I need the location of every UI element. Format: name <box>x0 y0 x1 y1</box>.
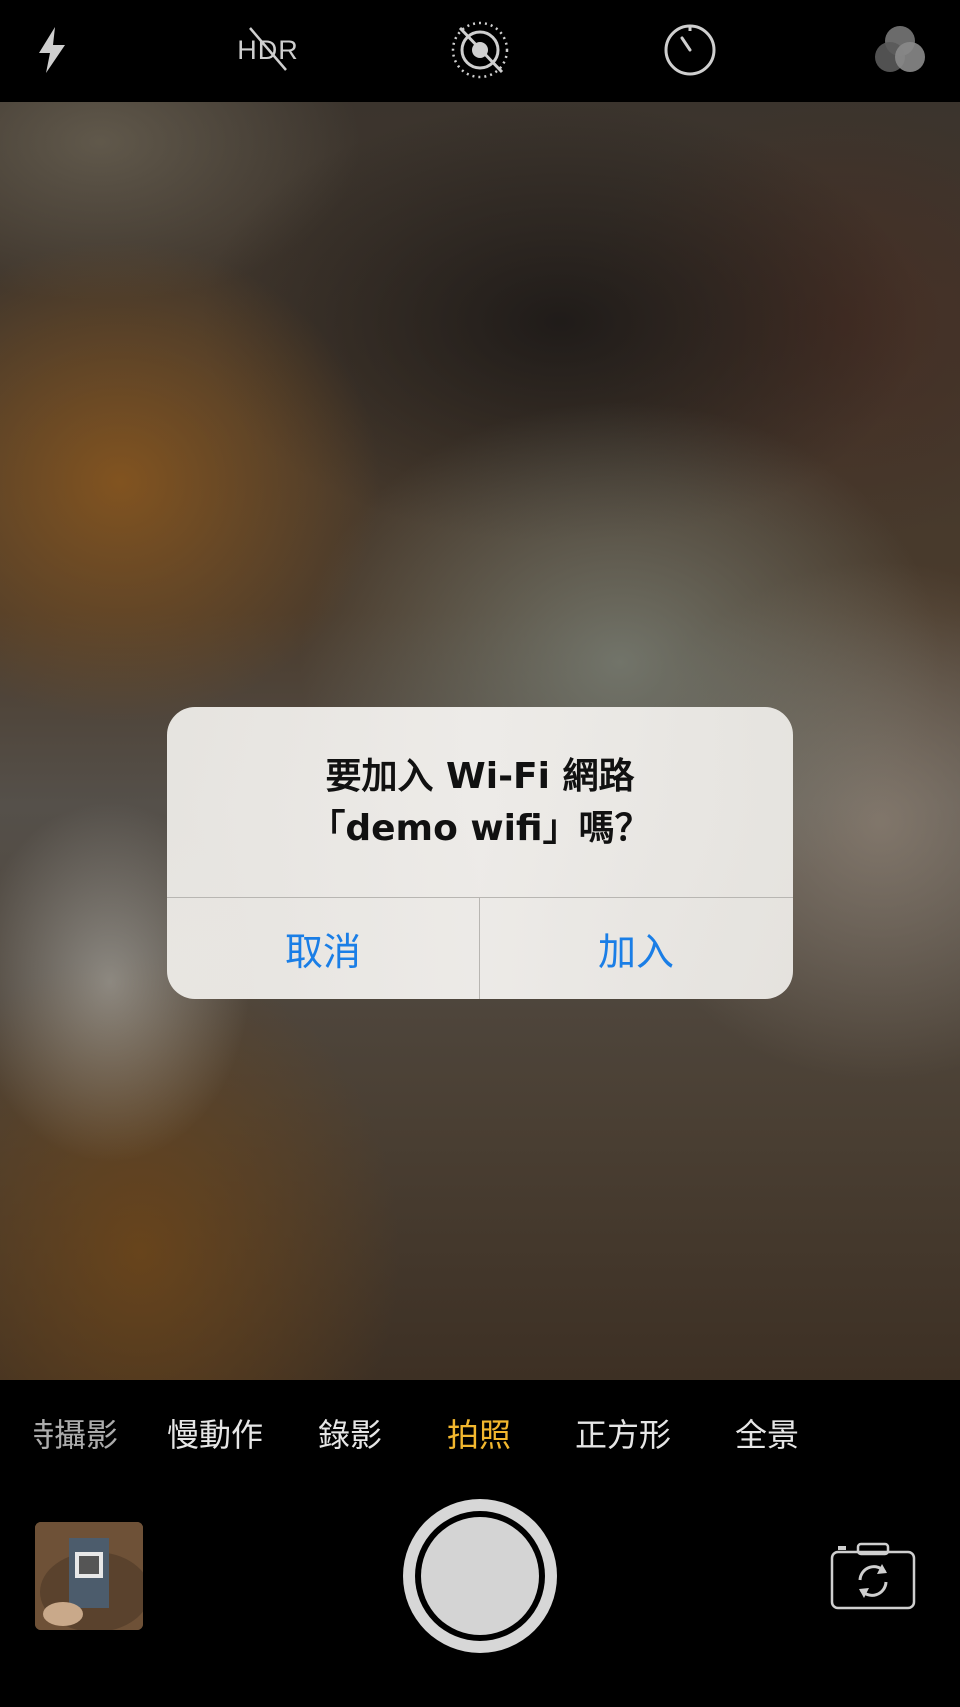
hdr-off-icon[interactable]: HDR <box>236 22 300 78</box>
switch-camera-icon[interactable] <box>830 1540 916 1610</box>
cancel-button[interactable]: 取消 <box>167 898 479 999</box>
join-button[interactable]: 加入 <box>480 898 792 999</box>
flash-icon[interactable] <box>22 22 82 78</box>
mode-photo[interactable]: 拍照 <box>447 1410 511 1456</box>
wifi-join-alert: 要加入 Wi-Fi 網路 「demo wifi」嗎？ 取消 加入 <box>167 707 793 999</box>
filters-icon[interactable] <box>870 22 930 78</box>
live-photo-off-icon[interactable] <box>450 21 510 79</box>
timer-icon[interactable] <box>660 22 720 78</box>
mode-video[interactable]: 錄影 <box>318 1410 382 1456</box>
shutter-inner[interactable] <box>421 1517 539 1635</box>
mode-panorama[interactable]: 全景 <box>735 1410 799 1456</box>
camera-top-toolbar: HDR <box>0 0 960 102</box>
mode-slow-motion[interactable]: 慢動作 <box>167 1410 263 1456</box>
last-photo-thumbnail[interactable] <box>35 1522 143 1630</box>
mode-timelapse[interactable]: 縮時攝影 <box>34 1410 118 1456</box>
alert-title: 要加入 Wi-Fi 網路 「demo wifi」嗎？ <box>309 756 651 849</box>
mode-square[interactable]: 正方形 <box>575 1410 671 1456</box>
